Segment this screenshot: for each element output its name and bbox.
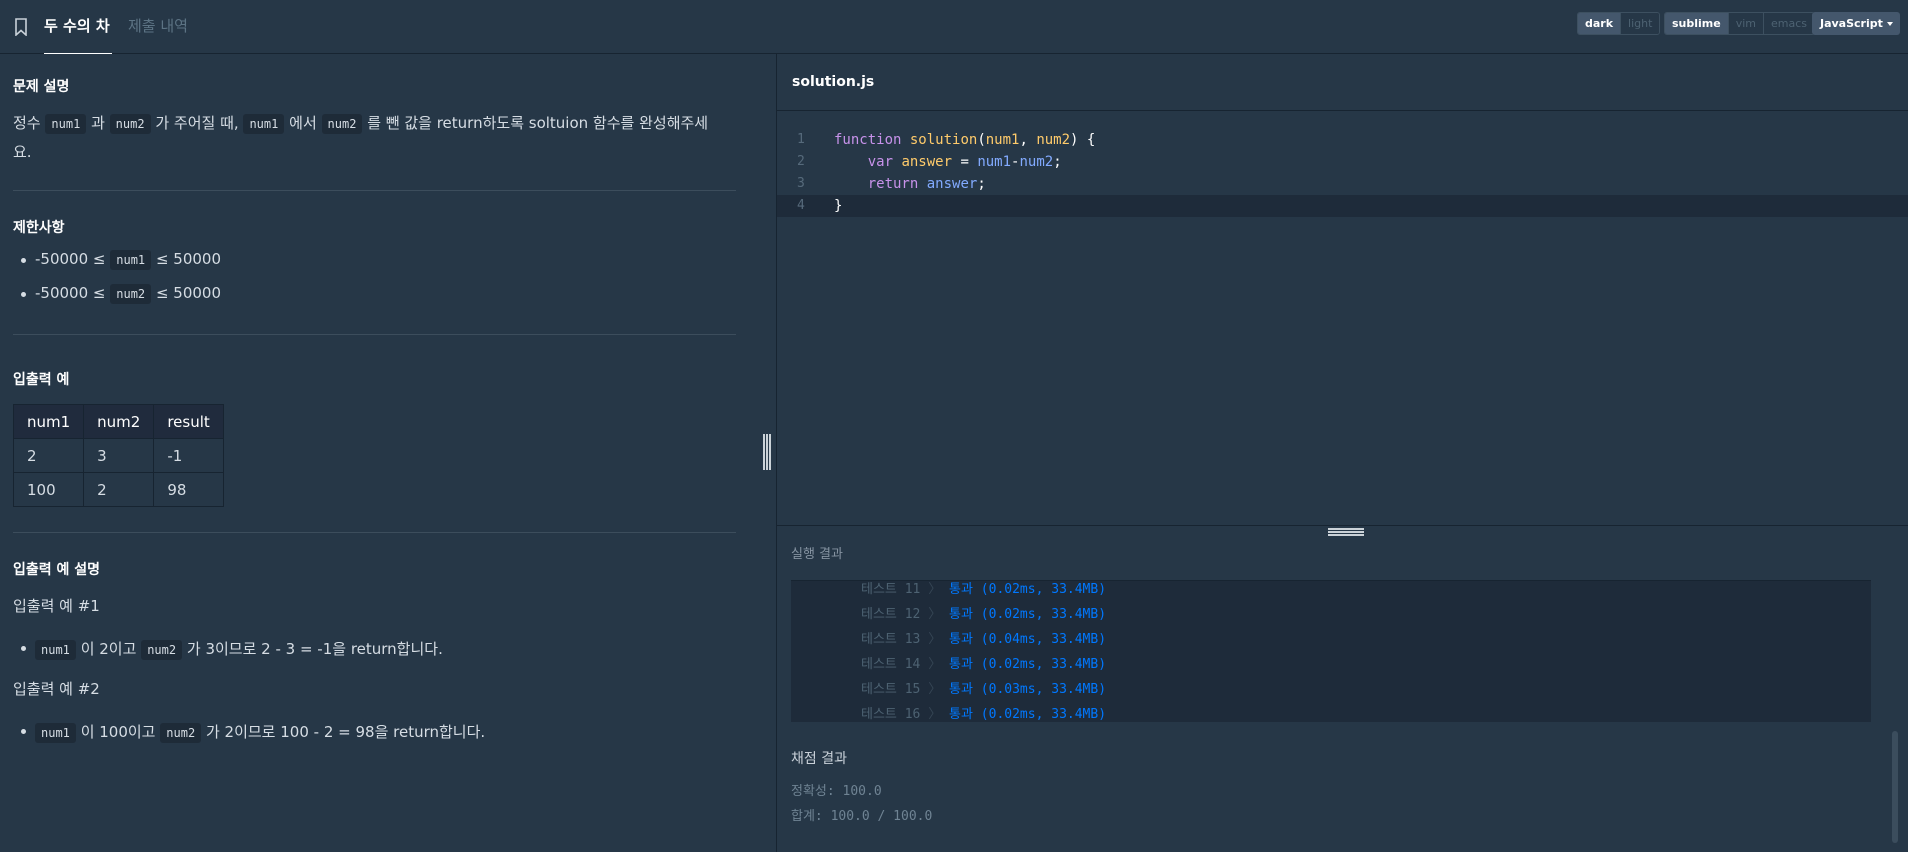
file-name: solution.js xyxy=(792,74,875,90)
example-title: 입출력 예 #1 xyxy=(13,597,100,615)
divider xyxy=(13,334,736,335)
code-line[interactable]: 1 function solution(num1, num2) { xyxy=(777,129,1908,151)
bookmark-icon[interactable] xyxy=(14,18,28,36)
scrollbar[interactable] xyxy=(1892,731,1898,843)
table-header: num2 xyxy=(83,404,155,439)
table-cell: -1 xyxy=(153,438,224,473)
io-heading: 입출력 예 xyxy=(13,372,70,388)
io-table: num1 num2 result 2 3 -1 100 2 98 xyxy=(12,404,224,507)
divider xyxy=(13,532,736,533)
result-title: 실행 결과 xyxy=(791,547,843,562)
table-header: num1 xyxy=(12,404,85,439)
line-number: 2 xyxy=(797,154,805,169)
io-explain-heading: 입출력 예 설명 xyxy=(13,562,101,578)
line-number: 1 xyxy=(797,132,805,147)
table-header-row: num1 num2 result xyxy=(12,404,224,439)
line-number: 3 xyxy=(797,176,805,191)
result-panel: 실행 결과 테스트 11 〉 통과 (0.02ms, 33.4MB) 테스트 1… xyxy=(777,525,1908,852)
vertical-resize-handle[interactable] xyxy=(763,434,771,470)
divider xyxy=(13,190,736,191)
editor-header: solution.js xyxy=(777,54,1908,111)
keymap-toggle: sublime vim emacs xyxy=(1664,12,1816,35)
theme-dark-button[interactable]: dark xyxy=(1578,13,1621,34)
constraint-item: -50000 ≤ num2 ≤ 50000 xyxy=(21,284,221,304)
test-result-row: 테스트 14 〉 통과 (0.02ms, 33.4MB) xyxy=(861,657,1107,672)
table-cell: 100 xyxy=(12,472,85,507)
table-cell: 98 xyxy=(153,472,224,507)
table-cell: 3 xyxy=(83,438,155,473)
constraint-item: -50000 ≤ num1 ≤ 50000 xyxy=(21,250,221,270)
language-dropdown[interactable]: JavaScript xyxy=(1812,12,1900,35)
description-heading: 문제 설명 xyxy=(13,79,70,95)
problem-panel: 문제 설명 정수 num1 과 num2 가 주어질 때, num1 에서 nu… xyxy=(0,54,776,852)
tab-submissions[interactable]: 제출 내역 xyxy=(128,15,188,55)
test-result-row: 테스트 16 〉 통과 (0.02ms, 33.4MB) xyxy=(861,707,1107,722)
code-line-active[interactable]: 4 } xyxy=(777,195,1908,217)
line-number: 4 xyxy=(797,198,805,213)
test-result-row: 테스트 11 〉 통과 (0.02ms, 33.4MB) xyxy=(861,582,1107,597)
code-line[interactable]: 2 var answer = num1-num2; xyxy=(777,151,1908,173)
example-item: num1 이 2이고 num2 가 3이므로 2 - 3 = -1을 retur… xyxy=(21,638,443,660)
table-row: 2 3 -1 xyxy=(12,438,224,473)
language-label: JavaScript xyxy=(1820,17,1883,30)
total-score-text: 합계: 100.0 / 100.0 xyxy=(791,809,933,824)
constraints-heading: 제한사항 xyxy=(13,220,65,236)
accuracy-text: 정확성: 100.0 xyxy=(791,784,882,799)
theme-light-button[interactable]: light xyxy=(1620,13,1660,34)
test-result-row: 테스트 13 〉 통과 (0.04ms, 33.4MB) xyxy=(861,632,1107,647)
keymap-emacs-button[interactable]: emacs xyxy=(1763,13,1815,34)
caret-down-icon xyxy=(1887,22,1893,26)
horizontal-resize-handle[interactable] xyxy=(1328,528,1364,536)
theme-toggle: dark light xyxy=(1577,12,1661,35)
code-editor[interactable]: 1 function solution(num1, num2) { 2 var … xyxy=(777,111,1908,525)
example-title: 입출력 예 #2 xyxy=(13,680,100,698)
description-text: 정수 num1 과 num2 가 주어질 때, num1 에서 num2 를 뺀… xyxy=(13,114,709,161)
table-row: 100 2 98 xyxy=(12,472,224,507)
code-line[interactable]: 3 return answer; xyxy=(777,173,1908,195)
test-result-row: 테스트 15 〉 통과 (0.03ms, 33.4MB) xyxy=(861,682,1107,697)
grading-title: 채점 결과 xyxy=(791,751,847,767)
tab-problem[interactable]: 두 수의 차 xyxy=(44,15,112,55)
table-cell: 2 xyxy=(83,472,155,507)
example-item: num1 이 100이고 num2 가 2이므로 100 - 2 = 98을 r… xyxy=(20,721,485,743)
top-bar: 두 수의 차 제출 내역 dark light sublime vim emac… xyxy=(0,0,1908,55)
keymap-sublime-button[interactable]: sublime xyxy=(1665,13,1728,34)
test-result-row: 테스트 12 〉 통과 (0.02ms, 33.4MB) xyxy=(861,607,1107,622)
table-header: result xyxy=(153,404,224,439)
test-results-list[interactable]: 테스트 11 〉 통과 (0.02ms, 33.4MB) 테스트 12 〉 통과… xyxy=(791,580,1871,722)
table-cell: 2 xyxy=(12,438,85,473)
keymap-vim-button[interactable]: vim xyxy=(1727,13,1763,34)
